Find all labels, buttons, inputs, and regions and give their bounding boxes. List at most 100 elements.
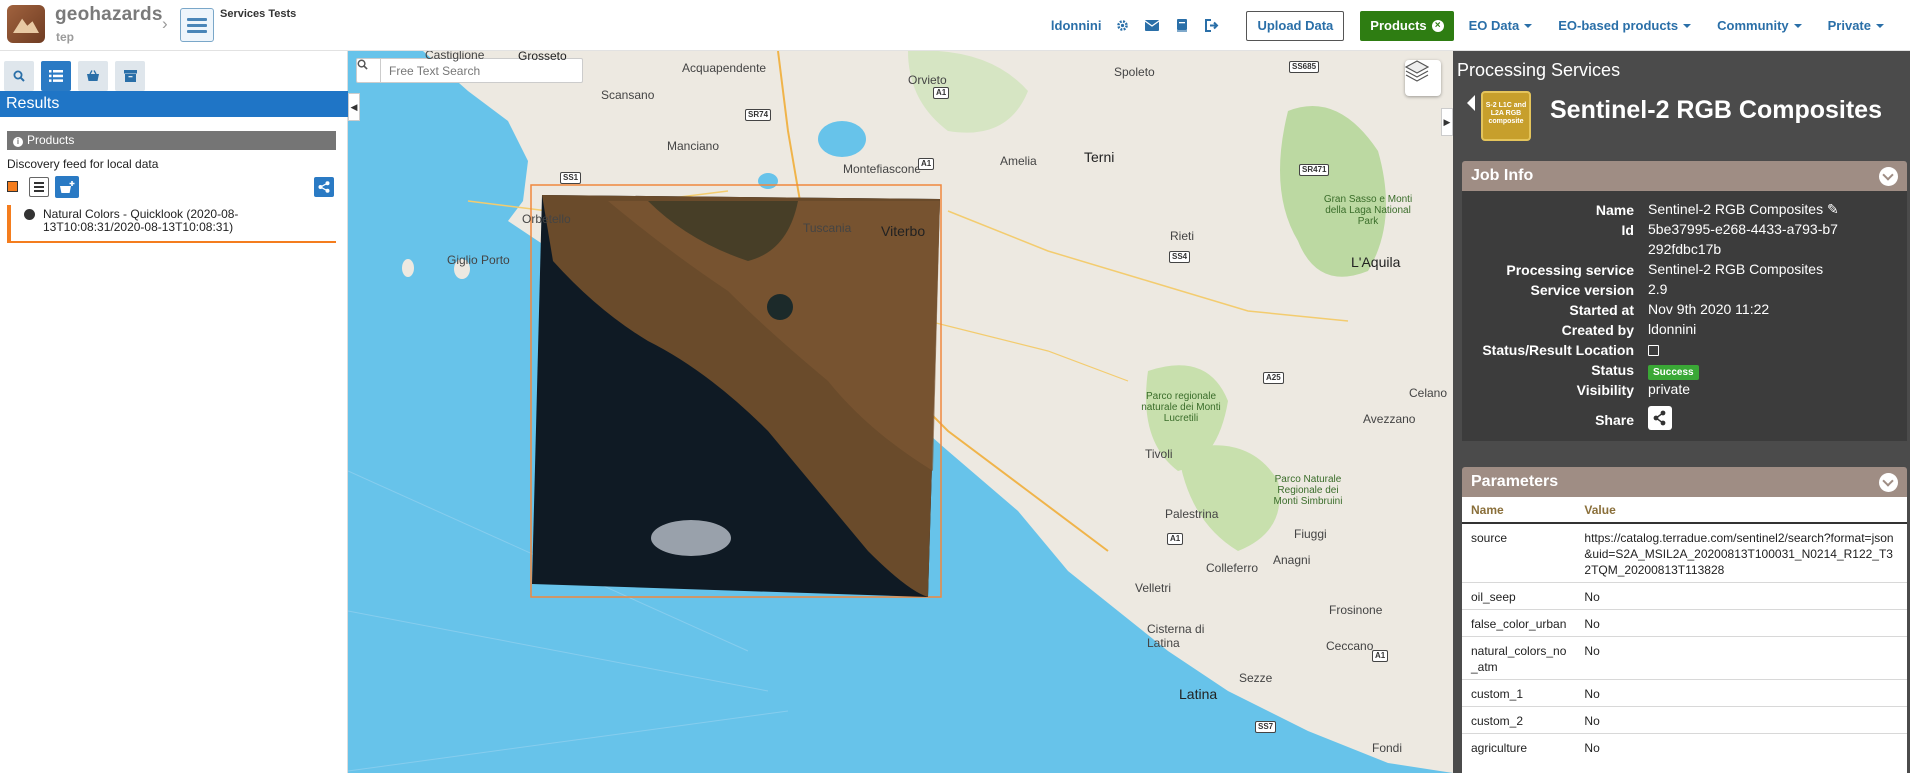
map-view[interactable]: ◀ ▶ Castiglione Grosseto Acquapendente O… — [348, 51, 1453, 773]
road-shield: SS7 — [1255, 721, 1277, 733]
param-value: No — [1575, 706, 1907, 734]
table-row: custom_2 No — [1462, 706, 1907, 734]
chevron-down-icon[interactable] — [1879, 473, 1898, 492]
road-shield: SR471 — [1299, 164, 1330, 176]
service-logo: S-2 L1C and L2A RGB composite — [1481, 91, 1531, 141]
result-list-item[interactable]: Natural Colors - Quicklook (2020-08-13T1… — [7, 205, 336, 243]
parameters-body: Name Value source https://catalog.terradu… — [1462, 497, 1907, 773]
param-value: No — [1575, 679, 1907, 707]
gear-icon[interactable] — [1114, 18, 1130, 34]
job-visibility-value: private — [1648, 381, 1691, 397]
road-shield: A1 — [1167, 533, 1184, 545]
param-name: false_color_urban — [1462, 609, 1576, 637]
service-title: Sentinel-2 RGB Composites — [1550, 96, 1882, 124]
table-row: custom_1 No — [1462, 679, 1907, 707]
param-name: oil_seep — [1462, 582, 1576, 610]
upload-data-button[interactable]: Upload Data — [1246, 10, 1345, 41]
table-row: source https://catalog.terradue.com/senti… — [1462, 522, 1907, 583]
context-list-icon[interactable] — [180, 8, 214, 42]
layers-icon[interactable] — [1405, 60, 1441, 96]
job-service-version-value: 2.9 — [1648, 281, 1668, 297]
sign-out-icon[interactable] — [1204, 18, 1220, 34]
close-circle-icon[interactable]: × — [1431, 19, 1444, 32]
table-row: natural_colors_no_atm No — [1462, 636, 1907, 680]
road-shield: A1 — [918, 158, 935, 170]
parameters-header[interactable]: Parameters — [1462, 467, 1907, 497]
external-link-icon[interactable] — [1648, 345, 1659, 356]
app-logo-text[interactable]: geohazards — [55, 4, 163, 26]
share-icon[interactable] — [314, 177, 334, 197]
menu-eo-based-products-label: EO-based products — [1558, 18, 1679, 33]
job-key: Name — [1595, 202, 1634, 218]
menu-private-label: Private — [1827, 18, 1871, 33]
map-label: Spoleto — [1114, 65, 1155, 79]
results-panel: Results i Products Discovery feed for loc… — [0, 51, 348, 773]
job-key: Visibility — [1576, 382, 1634, 398]
user-link[interactable]: ldonnini — [1051, 18, 1102, 33]
envelope-icon[interactable] — [1144, 18, 1160, 34]
road-shield: SS1 — [560, 172, 582, 184]
map-label: Terni — [1084, 149, 1115, 165]
map-label: Fiuggi — [1294, 527, 1327, 541]
collapse-left-panel-icon[interactable]: ◀ — [348, 93, 360, 121]
caret-down-icon — [1683, 23, 1692, 28]
geohazards-logo-icon[interactable] — [7, 5, 45, 43]
chevron-down-icon[interactable] — [1879, 167, 1898, 186]
job-info-header[interactable]: Job Info — [1462, 161, 1907, 191]
param-value: No — [1575, 636, 1907, 680]
map-label: Montefiascone — [843, 162, 922, 176]
param-value[interactable]: https://catalog.terradue.com/sentinel2/s… — [1575, 522, 1907, 583]
list-tab-icon[interactable] — [41, 61, 71, 91]
map-label: Manciano — [667, 139, 720, 153]
map-label: Frosinone — [1329, 603, 1383, 617]
select-all-checkbox[interactable] — [7, 181, 18, 192]
pencil-icon[interactable]: ✎ — [1827, 201, 1839, 217]
param-name: source — [1462, 522, 1576, 583]
info-icon[interactable]: i — [13, 137, 23, 147]
collapse-right-panel-icon[interactable]: ▶ — [1441, 108, 1453, 136]
job-info-body: Name Sentinel-2 RGB Composites ✎ Id 5be3… — [1462, 191, 1907, 441]
search-icon — [357, 59, 381, 82]
parameters-table: Name Value source https://catalog.terradu… — [1462, 497, 1907, 760]
map-label: Grosseto — [518, 51, 567, 63]
table-row: oil_seep No — [1462, 582, 1907, 610]
back-arrow-icon[interactable] — [1467, 95, 1475, 111]
menu-eo-data-label: EO Data — [1468, 18, 1520, 33]
breadcrumb-chevron-icon: › — [162, 14, 168, 33]
table-row: false_color_urban No — [1462, 609, 1907, 637]
road-shield: A1 — [933, 87, 950, 99]
list-view-button[interactable] — [29, 177, 49, 197]
job-id-value: 5be37995-e268-4433-a793-b7292fdbc17b — [1648, 221, 1838, 257]
processing-services-panel: Processing Services S-2 L1C and L2A RGB … — [1453, 51, 1910, 773]
search-tab-icon[interactable] — [4, 61, 34, 91]
result-item-title: Natural Colors - Quicklook (2020-08-13T1… — [43, 207, 239, 234]
job-key: Created by — [1561, 322, 1634, 338]
job-key: Service version — [1530, 282, 1634, 298]
map-label: Orbetello — [522, 212, 571, 226]
park-label: Parco regionale naturale dei Monti Lucre… — [1141, 391, 1221, 424]
share-button[interactable] — [1648, 406, 1672, 430]
job-created-by-value: ldonnini — [1648, 321, 1697, 337]
products-button[interactable]: Products × — [1360, 10, 1454, 41]
road-shield: A25 — [1263, 372, 1284, 384]
feed-description: Discovery feed for local data — [7, 157, 159, 171]
job-key: Status/Result Location — [1482, 342, 1634, 358]
top-navbar: geohazards tep › Services Tests ldonnini… — [0, 0, 1910, 51]
map-label: Viterbo — [881, 223, 926, 239]
products-header-label: Products — [27, 133, 75, 147]
menu-eo-based-products[interactable]: EO-based products — [1558, 18, 1692, 33]
map-label: Latina — [1179, 686, 1218, 702]
book-icon[interactable] — [1174, 18, 1190, 34]
menu-private[interactable]: Private — [1828, 18, 1884, 33]
menu-eo-data[interactable]: EO Data — [1469, 18, 1533, 33]
archive-tab-icon[interactable] — [115, 61, 145, 91]
param-name: custom_1 — [1462, 679, 1576, 707]
context-title[interactable]: Services Tests — [220, 8, 296, 20]
add-to-basket-button[interactable] — [55, 176, 79, 198]
map-label: Acquapendente — [682, 61, 767, 75]
basket-tab-icon[interactable] — [78, 61, 108, 91]
products-section-header: i Products — [7, 131, 336, 150]
menu-community[interactable]: Community — [1717, 18, 1802, 33]
param-value: No — [1575, 733, 1907, 760]
basemap — [348, 51, 1453, 773]
